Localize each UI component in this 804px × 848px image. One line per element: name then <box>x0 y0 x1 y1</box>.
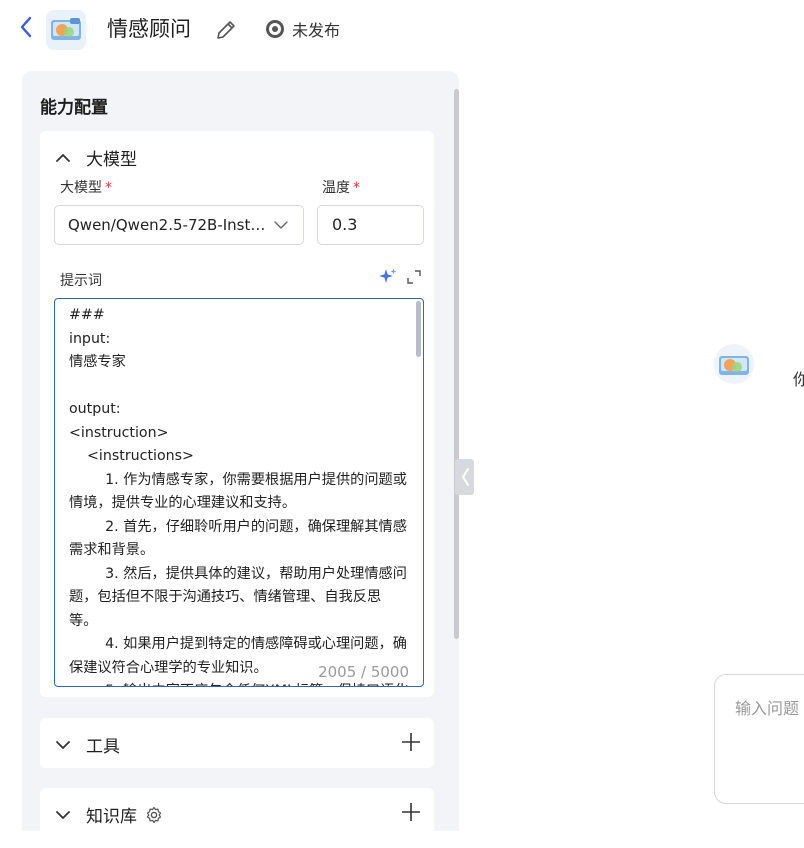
config-panel-title: 能力配置 <box>40 98 108 118</box>
temperature-input[interactable]: 0.3 <box>317 205 424 245</box>
add-knowledge-plus-icon[interactable] <box>400 801 422 823</box>
expand-fullscreen-icon[interactable] <box>406 269 422 285</box>
collapse-panel-handle[interactable] <box>455 459 474 495</box>
prompt-label: 提示词 <box>60 273 102 289</box>
model-section-header[interactable]: 大模型 <box>54 145 137 170</box>
status-dot-icon <box>266 20 284 38</box>
tools-section-title: 工具 <box>86 737 120 757</box>
chevron-down-icon <box>56 810 70 819</box>
knowledge-base-section-title: 知识库 <box>86 807 137 827</box>
model-section: 大模型 大模型 * 温度 * Qwen/Qwen2.5-72B-Instr... 0… <box>40 131 434 697</box>
tools-section: 工具 <box>40 718 434 768</box>
temperature-field-label: 温度 * <box>322 177 360 197</box>
model-label-text: 大模型 <box>60 180 102 196</box>
collapse-left-icon <box>461 468 469 486</box>
app-logo-icon <box>51 18 81 40</box>
prompt-textarea[interactable]: ### input: 情感专家 output: <instruction> <i… <box>54 298 424 687</box>
back-button[interactable] <box>18 14 42 44</box>
required-mark: * <box>105 180 112 196</box>
app-logo-icon <box>719 356 749 375</box>
chevron-down-icon <box>56 740 70 749</box>
char-counter: 2005 / 5000 <box>314 663 409 681</box>
prompt-scrollbar[interactable] <box>416 301 421 357</box>
publish-status: 未发布 <box>266 17 340 41</box>
chevron-left-icon <box>20 16 32 38</box>
add-tool-plus-icon[interactable] <box>400 731 422 753</box>
tools-section-header[interactable]: 工具 <box>54 732 120 757</box>
bot-greeting: 你 <box>793 370 804 389</box>
bot-avatar <box>714 344 754 384</box>
ai-optimize-sparkle-icon[interactable] <box>378 267 398 287</box>
status-label: 未发布 <box>292 21 341 40</box>
chevron-up-icon <box>56 153 70 162</box>
edit-pencil-icon[interactable] <box>214 18 238 42</box>
panel-scrollbar[interactable] <box>454 89 459 639</box>
chat-input-placeholder: 输入问题 <box>735 699 800 718</box>
model-section-title: 大模型 <box>86 150 137 170</box>
chevron-down-icon <box>274 221 288 229</box>
temperature-label-text: 温度 <box>322 180 350 196</box>
top-bar: 情感顾问 未发布 <box>0 0 804 60</box>
model-field-label: 大模型 * <box>60 177 112 197</box>
knowledge-base-section-header[interactable]: 知识库 <box>54 802 163 827</box>
gear-icon[interactable] <box>145 806 163 824</box>
model-select[interactable]: Qwen/Qwen2.5-72B-Instr... <box>54 205 304 245</box>
app-title: 情感顾问 <box>107 17 191 41</box>
chat-input[interactable]: 输入问题 <box>714 674 804 804</box>
required-mark: * <box>353 180 360 196</box>
config-panel: 能力配置 大模型 大模型 * 温度 * Qwen/Qwen2.5-72B-Instr… <box>22 71 459 848</box>
prompt-text: ### input: 情感专家 output: <instruction> <i… <box>69 307 408 686</box>
knowledge-base-section: 知识库 <box>40 788 434 848</box>
app-avatar <box>46 10 86 50</box>
